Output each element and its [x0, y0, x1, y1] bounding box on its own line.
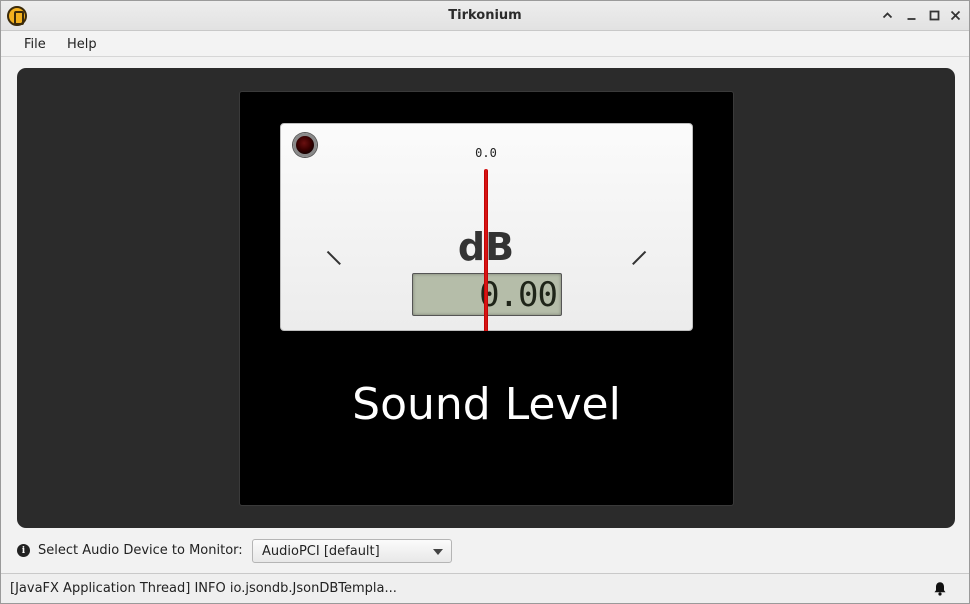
gauge-title: Sound Level	[352, 379, 621, 430]
window-title: Tirkonium	[448, 8, 522, 23]
minimize-icon[interactable]	[903, 7, 919, 23]
menu-help[interactable]: Help	[67, 37, 97, 52]
bell-icon[interactable]	[933, 581, 947, 596]
meter-needle	[484, 169, 488, 331]
audio-device-select[interactable]: AudioPCI [default]	[252, 539, 452, 563]
led-indicator	[293, 133, 317, 157]
info-icon: i	[17, 544, 30, 557]
lcd-value: 0.00	[479, 275, 558, 315]
status-bar: [JavaFX Application Thread] INFO io.json…	[1, 573, 969, 603]
menu-file[interactable]: File	[24, 37, 46, 52]
app-window: Tirkonium File Help 0.0 dB 0.00 Sound Le…	[0, 0, 970, 604]
menu-bar: File Help	[1, 31, 969, 57]
dropdown-arrow-icon	[433, 549, 443, 555]
device-select-label: Select Audio Device to Monitor:	[38, 543, 243, 558]
chevron-up-icon[interactable]	[879, 7, 895, 23]
status-message: [JavaFX Application Thread] INFO io.json…	[10, 581, 397, 596]
scale-value-label: 0.0	[475, 146, 497, 160]
audio-device-value: AudioPCI [default]	[262, 544, 380, 559]
close-icon[interactable]	[947, 7, 963, 23]
maximize-icon[interactable]	[926, 7, 942, 23]
title-bar[interactable]: Tirkonium	[1, 1, 969, 31]
